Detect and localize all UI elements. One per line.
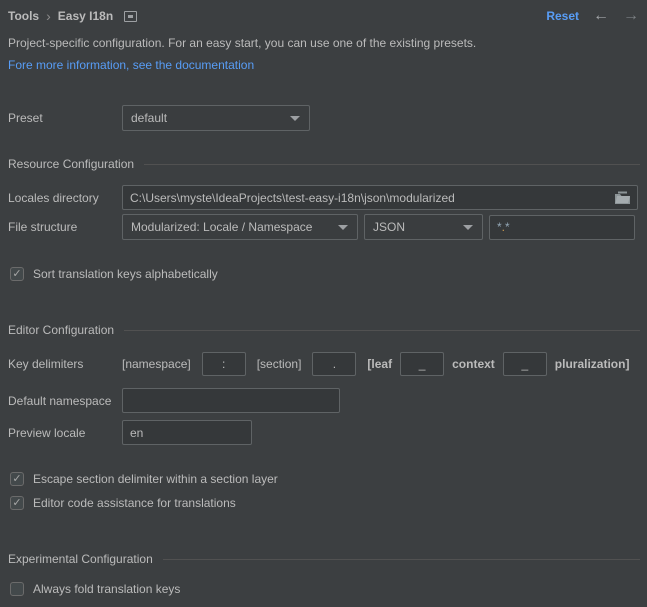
context-delimiter-label: context	[452, 357, 495, 371]
divider	[124, 330, 640, 331]
context-delimiter-input[interactable]: _	[503, 352, 547, 376]
resource-section-header: Resource Configuration	[8, 156, 640, 172]
chevron-right-icon: ›	[46, 10, 51, 22]
preset-row: Preset default	[8, 105, 310, 131]
preview-locale-value: en	[130, 426, 143, 440]
experimental-section-header: Experimental Configuration	[8, 551, 640, 567]
code-assistance-checkbox-label: Editor code assistance for translations	[33, 496, 236, 510]
preset-selected-value: default	[131, 111, 167, 125]
fold-keys-checkbox-row[interactable]: Always fold translation keys	[10, 580, 180, 598]
namespace-delimiter-value: :	[222, 357, 225, 371]
preset-select[interactable]: default	[122, 105, 310, 131]
sort-keys-checkbox-label: Sort translation keys alphabetically	[33, 267, 218, 281]
section-delimiter-label: [section]	[257, 357, 302, 371]
leaf-delimiter-input[interactable]: _	[400, 352, 444, 376]
code-assistance-checkbox-row[interactable]: ✓ Editor code assistance for translation…	[10, 494, 236, 512]
breadcrumb: Tools › Easy I18n	[8, 6, 137, 26]
file-pattern-input[interactable]: * . *	[489, 215, 635, 240]
escape-delimiter-checkbox-label: Escape section delimiter within a sectio…	[33, 472, 278, 486]
documentation-link[interactable]: Fore more information, see the documenta…	[8, 58, 254, 72]
context-delimiter-value: _	[521, 357, 528, 371]
chevron-down-icon	[463, 225, 473, 230]
editor-section-header: Editor Configuration	[8, 322, 640, 338]
chevron-down-icon	[338, 225, 348, 230]
file-pattern-value: *	[505, 220, 510, 234]
default-namespace-row: Default namespace	[8, 388, 340, 413]
checkbox-checked-icon[interactable]: ✓	[10, 496, 24, 510]
breadcrumb-easy-i18n: Easy I18n	[58, 9, 113, 23]
locales-directory-input[interactable]: C:\Users\myste\IdeaProjects\test-easy-i1…	[122, 185, 638, 210]
resource-section-title: Resource Configuration	[8, 157, 134, 171]
file-structure-selected-value: Modularized: Locale / Namespace	[131, 220, 312, 234]
file-structure-select[interactable]: Modularized: Locale / Namespace	[122, 214, 358, 240]
locales-directory-value: C:\Users\myste\IdeaProjects\test-easy-i1…	[130, 191, 455, 205]
namespace-delimiter-input[interactable]: :	[202, 352, 246, 376]
checkbox-checked-icon[interactable]: ✓	[10, 267, 24, 281]
preview-locale-input[interactable]: en	[122, 420, 252, 445]
preset-label: Preset	[8, 111, 122, 125]
folder-icon[interactable]	[614, 190, 632, 206]
checkbox-checked-icon[interactable]: ✓	[10, 472, 24, 486]
settings-panel: Tools › Easy I18n Reset ← → Project-spec…	[0, 0, 647, 607]
file-structure-row: File structure Modularized: Locale / Nam…	[8, 214, 635, 240]
sort-keys-checkbox-row[interactable]: ✓ Sort translation keys alphabetically	[10, 265, 218, 283]
leaf-delimiter-value: _	[419, 357, 426, 371]
locales-directory-row: Locales directory C:\Users\myste\IdeaPro…	[8, 185, 638, 210]
file-parser-selected-value: JSON	[373, 220, 405, 234]
section-delimiter-input[interactable]: .	[312, 352, 356, 376]
namespace-delimiter-label: [namespace]	[122, 357, 191, 371]
chevron-down-icon	[290, 116, 300, 121]
back-arrow-icon[interactable]: ←	[593, 8, 609, 24]
reset-button[interactable]: Reset	[546, 9, 579, 23]
escape-delimiter-checkbox-row[interactable]: ✓ Escape section delimiter within a sect…	[10, 470, 278, 488]
divider	[144, 164, 640, 165]
preview-locale-label: Preview locale	[8, 426, 122, 440]
default-namespace-label: Default namespace	[8, 394, 122, 408]
key-delimiters-row: Key delimiters [namespace] : [section] .…	[8, 352, 629, 376]
pluralization-delimiter-label: pluralization]	[555, 357, 630, 371]
default-namespace-input[interactable]	[122, 388, 340, 413]
section-delimiter-value: .	[333, 357, 336, 371]
experimental-section-title: Experimental Configuration	[8, 552, 153, 566]
key-delimiters-label: Key delimiters	[8, 357, 122, 371]
description-text: Project-specific configuration. For an e…	[8, 36, 476, 50]
file-structure-label: File structure	[8, 220, 122, 234]
breadcrumb-tools[interactable]: Tools	[8, 9, 39, 23]
editor-preview-icon	[124, 11, 137, 22]
fold-keys-checkbox-label: Always fold translation keys	[33, 582, 180, 596]
divider	[163, 559, 640, 560]
leaf-delimiter-label: [leaf	[367, 357, 392, 371]
file-parser-select[interactable]: JSON	[364, 214, 483, 240]
forward-arrow-icon[interactable]: →	[623, 8, 639, 24]
editor-section-title: Editor Configuration	[8, 323, 114, 337]
preview-locale-row: Preview locale en	[8, 420, 252, 445]
checkbox-unchecked-icon[interactable]	[10, 582, 24, 596]
locales-directory-label: Locales directory	[8, 191, 122, 205]
